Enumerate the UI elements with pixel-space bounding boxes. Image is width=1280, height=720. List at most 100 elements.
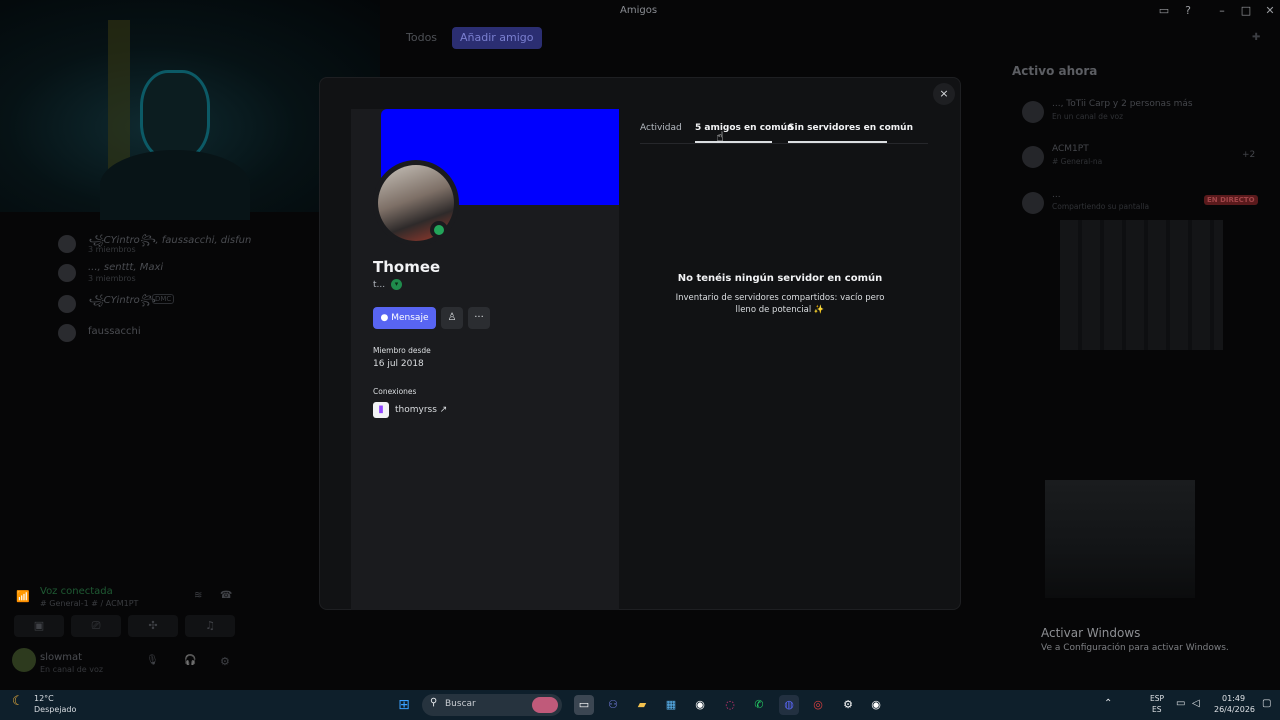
picture-in-picture[interactable]: [1045, 480, 1195, 598]
window-title: Amigos: [620, 5, 658, 16]
network-icon[interactable]: ▭: [1176, 698, 1185, 709]
online-status-icon: [430, 221, 448, 239]
search-placeholder: Buscar: [445, 699, 476, 709]
profile-username[interactable]: t...: [373, 280, 385, 290]
inbox-icon[interactable]: ▭: [1156, 3, 1172, 19]
volume-icon[interactable]: ◁: [1192, 698, 1200, 709]
app-icon[interactable]: ◌: [720, 695, 740, 715]
keyboard-layout[interactable]: ES: [1152, 705, 1162, 714]
teams-icon[interactable]: ⚇: [603, 695, 623, 715]
chrome-icon[interactable]: ◎: [808, 695, 828, 715]
disconnect-icon[interactable]: ☎: [220, 590, 232, 601]
list-item[interactable]: ꧁CYintro꧂ DMC: [58, 292, 248, 318]
task-view-icon[interactable]: ▭: [574, 695, 594, 715]
help-icon[interactable]: ?: [1180, 3, 1196, 19]
add-friend-button[interactable]: Añadir amigo: [452, 27, 542, 49]
activity-name: ..., ToTii Carp y 2 personas más: [1052, 99, 1193, 109]
activity-subtitle: Compartiendo su pantalla: [1052, 202, 1150, 211]
connection-link[interactable]: thomyrss ↗: [395, 405, 447, 415]
file-explorer-icon[interactable]: ▰: [632, 695, 652, 715]
dm-name: faussacchi: [88, 326, 141, 337]
minimize-button[interactable]: –: [1214, 3, 1230, 19]
tab-all[interactable]: Todos: [398, 27, 445, 49]
add-friend-icon[interactable]: ♙: [441, 307, 463, 329]
dm-subtitle: 3 miembros: [88, 274, 136, 283]
microphone-icon[interactable]: 🎙: [146, 655, 159, 666]
avatar: [58, 324, 76, 342]
tab-mutual-friends[interactable]: 5 amigos en común: [695, 123, 793, 133]
tab-active-underline: [788, 141, 887, 143]
voice-channel[interactable]: # General-1 # / ACM1PT: [40, 599, 138, 608]
user-name: slowmat: [40, 652, 83, 663]
active-now-title: Activo ahora: [1012, 64, 1098, 78]
close-modal-button[interactable]: ×: [933, 83, 955, 105]
chat-bubble-icon: ●: [380, 313, 389, 323]
headphones-icon[interactable]: 🎧: [184, 655, 196, 666]
chevron-up-icon[interactable]: ⌃: [1104, 698, 1112, 709]
external-link-icon: ↗: [439, 405, 448, 415]
close-window-button[interactable]: ✕: [1262, 3, 1278, 19]
activate-windows-desc: Ve a Configuración para activar Windows.: [1041, 643, 1229, 653]
camera-button[interactable]: ▣: [14, 615, 64, 637]
webcam-background: [108, 20, 130, 170]
taskbar: ☾ 12°C Despejado ⊞ ⚲ Buscar ▭ ⚇ ▰ ▦ ◉ ◌ …: [0, 690, 1280, 720]
noise-suppression-icon[interactable]: ≋: [194, 590, 202, 601]
steam-icon[interactable]: ◉: [690, 695, 710, 715]
new-group-dm-icon[interactable]: ✚: [1252, 32, 1260, 43]
signal-icon: 📶: [16, 590, 30, 603]
steam-alt-icon[interactable]: ◉: [866, 695, 886, 715]
clock-date[interactable]: 26/4/2026: [1214, 705, 1255, 714]
gear-icon[interactable]: ⚙: [220, 655, 230, 668]
settings-icon[interactable]: ⚙: [838, 695, 858, 715]
share-screen-button[interactable]: ⎚: [71, 615, 121, 637]
search-input[interactable]: ⚲ Buscar: [422, 694, 562, 716]
tab-mutual-servers[interactable]: Sin servidores en común: [788, 123, 913, 133]
webcam-person: [140, 70, 210, 160]
empty-state-description: Inventario de servidores compartidos: va…: [675, 293, 885, 315]
dm-name: ꧁CYintro꧂: [88, 295, 156, 306]
soundboard-button[interactable]: ♫: [185, 615, 235, 637]
avatar: [1022, 146, 1044, 168]
tab-activity[interactable]: Actividad: [640, 123, 682, 133]
connection-name: thomyrss: [395, 405, 437, 415]
maximize-button[interactable]: □: [1238, 3, 1254, 19]
more-options-icon[interactable]: ···: [468, 307, 490, 329]
mouse-cursor-icon: ☝: [716, 130, 724, 145]
avatar: [58, 235, 76, 253]
weather-temp[interactable]: 12°C: [34, 694, 54, 703]
weather-icon[interactable]: ☾: [12, 694, 30, 712]
list-item[interactable]: ꧁CYintro꧂, faussacchi, disfun 3 miembros: [58, 232, 251, 258]
stream-preview[interactable]: [1060, 220, 1223, 350]
message-button[interactable]: ● Mensaje: [373, 307, 436, 329]
connections-label: Conexiones: [373, 387, 417, 396]
search-icon: ⚲: [430, 697, 438, 708]
member-since-label: Miembro desde: [373, 346, 431, 355]
server-tag: DMC: [152, 294, 175, 304]
profile-display-name: Thomee: [373, 258, 441, 276]
dm-name: ..., senttt, Maxi: [88, 262, 164, 273]
activity-name: ...: [1052, 190, 1061, 200]
live-badge: EN DIRECTO: [1204, 195, 1258, 205]
whatsapp-icon[interactable]: ✆: [749, 695, 769, 715]
activity-name: ACM1PT: [1052, 144, 1089, 154]
windows-start-icon[interactable]: ⊞: [394, 695, 414, 715]
list-item[interactable]: faussacchi: [58, 321, 248, 347]
message-button-label: Mensaje: [391, 313, 429, 323]
voice-panel: 📶 Voz conectada # General-1 # / ACM1PT ≋…: [8, 582, 244, 682]
clock-time[interactable]: 01:49: [1222, 694, 1245, 703]
keyboard-language[interactable]: ESP: [1150, 694, 1164, 703]
store-icon[interactable]: ▦: [661, 695, 681, 715]
voice-status: Voz conectada: [40, 586, 113, 597]
participant-count: +2: [1242, 150, 1256, 160]
notification-icon[interactable]: ▢: [1262, 698, 1271, 709]
empty-state-title: No tenéis ningún servidor en común: [677, 273, 883, 284]
activities-button[interactable]: ✣: [128, 615, 178, 637]
user-status: En canal de voz: [40, 665, 104, 674]
list-item[interactable]: ..., senttt, Maxi 3 miembros: [58, 261, 248, 287]
discord-icon[interactable]: ◍: [779, 695, 799, 715]
weather-condition[interactable]: Despejado: [34, 705, 76, 714]
avatar[interactable]: [12, 648, 36, 672]
webcam-body: [100, 150, 250, 220]
member-since-date: 16 jul 2018: [373, 359, 424, 369]
search-highlight-icon: [532, 697, 558, 713]
